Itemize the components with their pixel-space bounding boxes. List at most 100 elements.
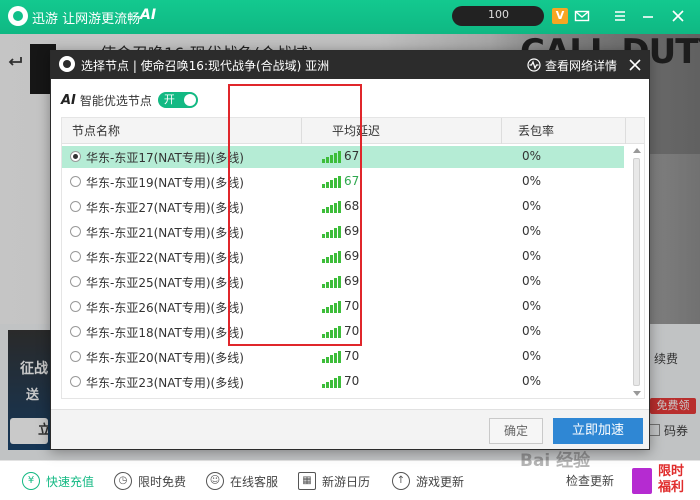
table-row[interactable]: 华东-东亚23(NAT专用)(多线) 70 0% [62,371,624,393]
limited-free-label: 限时免费 [138,474,187,489]
online-service-label: 在线客服 [230,474,279,489]
upload-icon: ↑ [392,472,410,490]
node-packet-loss: 0% [522,224,542,238]
clock-icon: ◷ [114,472,132,490]
confirm-button[interactable]: 确定 [489,418,543,444]
node-latency: 70 [344,299,360,313]
dialog-footer: 确定 立即加速 [51,409,649,449]
check-update-link[interactable]: 检查更新 [566,472,614,489]
scrollbar[interactable] [632,148,642,396]
speed-up-button[interactable]: 立即加速 [553,418,643,444]
scroll-up-arrow-icon[interactable] [633,148,641,153]
node-name: 华东-东亚17(NAT专用)(多线) [86,151,244,165]
column-header-latency[interactable]: 平均延迟 [302,118,502,144]
table-row[interactable]: 华东-东亚22(NAT专用)(多线) 69 0% [62,246,624,268]
node-latency: 69 [344,249,360,263]
mail-icon[interactable] [574,8,590,24]
node-name: 华东-东亚23(NAT专用)(多线) [86,376,244,390]
node-radio[interactable] [70,251,81,262]
node-radio[interactable] [70,176,81,187]
yen-icon: ¥ [22,472,40,490]
table-row[interactable]: 华东-东亚17(NAT专用)(多线) 67 0% [62,146,624,168]
quick-recharge-button[interactable]: ¥ 快速充值 [22,471,94,491]
node-name: 华东-东亚20(NAT专用)(多线) [86,351,244,365]
node-name: 华东-东亚22(NAT专用)(多线) [86,251,244,265]
table-row[interactable]: 华东-东亚19(NAT专用)(多线) 67 0% [62,171,624,193]
signal-strength-icon [322,201,342,213]
app-search-text: 100 [488,8,509,21]
node-packet-loss: 0% [522,149,542,163]
signal-strength-icon [322,226,342,238]
app-search-pill[interactable]: 100 [452,6,544,26]
ai-optimal-node-toggle[interactable]: 开 [157,92,198,108]
node-latency: 69 [344,224,360,238]
node-latency: 70 [344,349,360,363]
signal-strength-icon [322,276,342,288]
node-packet-loss: 0% [522,274,542,288]
node-packet-loss: 0% [522,249,542,263]
dialog-logo-icon [59,56,75,72]
node-name: 华东-东亚27(NAT专用)(多线) [86,201,244,215]
limited-welfare-label: 限时福利 [658,464,685,495]
signal-strength-icon [322,151,342,163]
app-ai-badge: AI [140,7,157,23]
node-packet-loss: 0% [522,199,542,213]
table-row[interactable]: 华东-东亚18(NAT专用)(多线) 70 0% [62,321,624,343]
signal-strength-icon [322,301,342,313]
node-name: 华东-东亚26(NAT专用)(多线) [86,301,244,315]
node-radio[interactable] [70,301,81,312]
calendar-icon: ▦ [298,472,316,490]
minimize-icon[interactable] [640,8,656,24]
scroll-down-arrow-icon[interactable] [633,391,641,396]
gift-icon [632,468,652,494]
node-packet-loss: 0% [522,349,542,363]
user-icon: ☺ [206,472,224,490]
node-table: 节点名称 平均延迟 丢包率 华东-东亚17(NAT专用)(多线) 67 0% 华东-东… [61,117,645,399]
app-slogan: 迅游 让网游更流畅 [32,12,141,27]
network-detail-button[interactable]: 查看网络详情 [527,55,617,75]
node-name: 华东-东亚19(NAT专用)(多线) [86,176,244,190]
node-latency: 68 [344,199,360,213]
table-row[interactable]: 华东-东亚20(NAT专用)(多线) 70 0% [62,346,624,368]
limited-free-button[interactable]: ◷ 限时免费 [114,471,186,491]
node-packet-loss: 0% [522,324,542,338]
table-row[interactable]: 华东-东亚26(NAT专用)(多线) 70 0% [62,296,624,318]
column-header-loss[interactable]: 丢包率 [502,118,626,144]
online-service-button[interactable]: ☺ 在线客服 [206,471,278,491]
node-latency: 69 [344,274,360,288]
column-header-spacer [626,118,644,144]
close-icon[interactable] [627,57,643,73]
node-radio[interactable] [70,376,81,387]
table-row[interactable]: 华东-东亚21(NAT专用)(多线) 69 0% [62,221,624,243]
node-radio[interactable] [70,201,81,212]
signal-strength-icon [322,326,342,338]
game-update-label: 游戏更新 [416,474,465,489]
signal-strength-icon [322,351,342,363]
scrollbar-thumb[interactable] [633,158,640,386]
node-radio[interactable] [70,326,81,337]
menu-icon[interactable] [612,8,628,24]
dialog-titlebar: 选择节点 | 使命召唤16:现代战争(合战域) 亚洲 查看网络详情 [51,51,649,79]
node-name: 华东-东亚18(NAT专用)(多线) [86,326,244,340]
table-header: 节点名称 平均延迟 丢包率 [62,118,644,144]
ai-optimal-node-label: 智能优选节点 [79,93,152,108]
node-radio[interactable] [70,276,81,287]
app-header: 迅游 让网游更流畅 AI 100 V [0,0,700,34]
node-radio[interactable] [70,351,81,362]
ai-logo: AI [61,92,76,108]
new-game-calendar-button[interactable]: ▦ 新游日历 [298,471,370,491]
game-update-button[interactable]: ↑ 游戏更新 [392,471,464,491]
vip-badge[interactable]: V [552,8,568,24]
node-name: 华东-东亚25(NAT专用)(多线) [86,276,244,290]
new-game-calendar-label: 新游日历 [322,474,371,489]
table-row[interactable]: 华东-东亚27(NAT专用)(多线) 68 0% [62,196,624,218]
column-header-name[interactable]: 节点名称 [62,118,302,144]
node-radio[interactable] [70,151,81,162]
close-app-icon[interactable] [670,8,686,24]
network-detail-label: 查看网络详情 [545,58,618,73]
limited-welfare-badge[interactable]: 限时福利 [624,462,696,498]
node-radio[interactable] [70,226,81,237]
node-latency: 70 [344,324,360,338]
node-name: 华东-东亚21(NAT专用)(多线) [86,226,244,240]
table-row[interactable]: 华东-东亚25(NAT专用)(多线) 69 0% [62,271,624,293]
